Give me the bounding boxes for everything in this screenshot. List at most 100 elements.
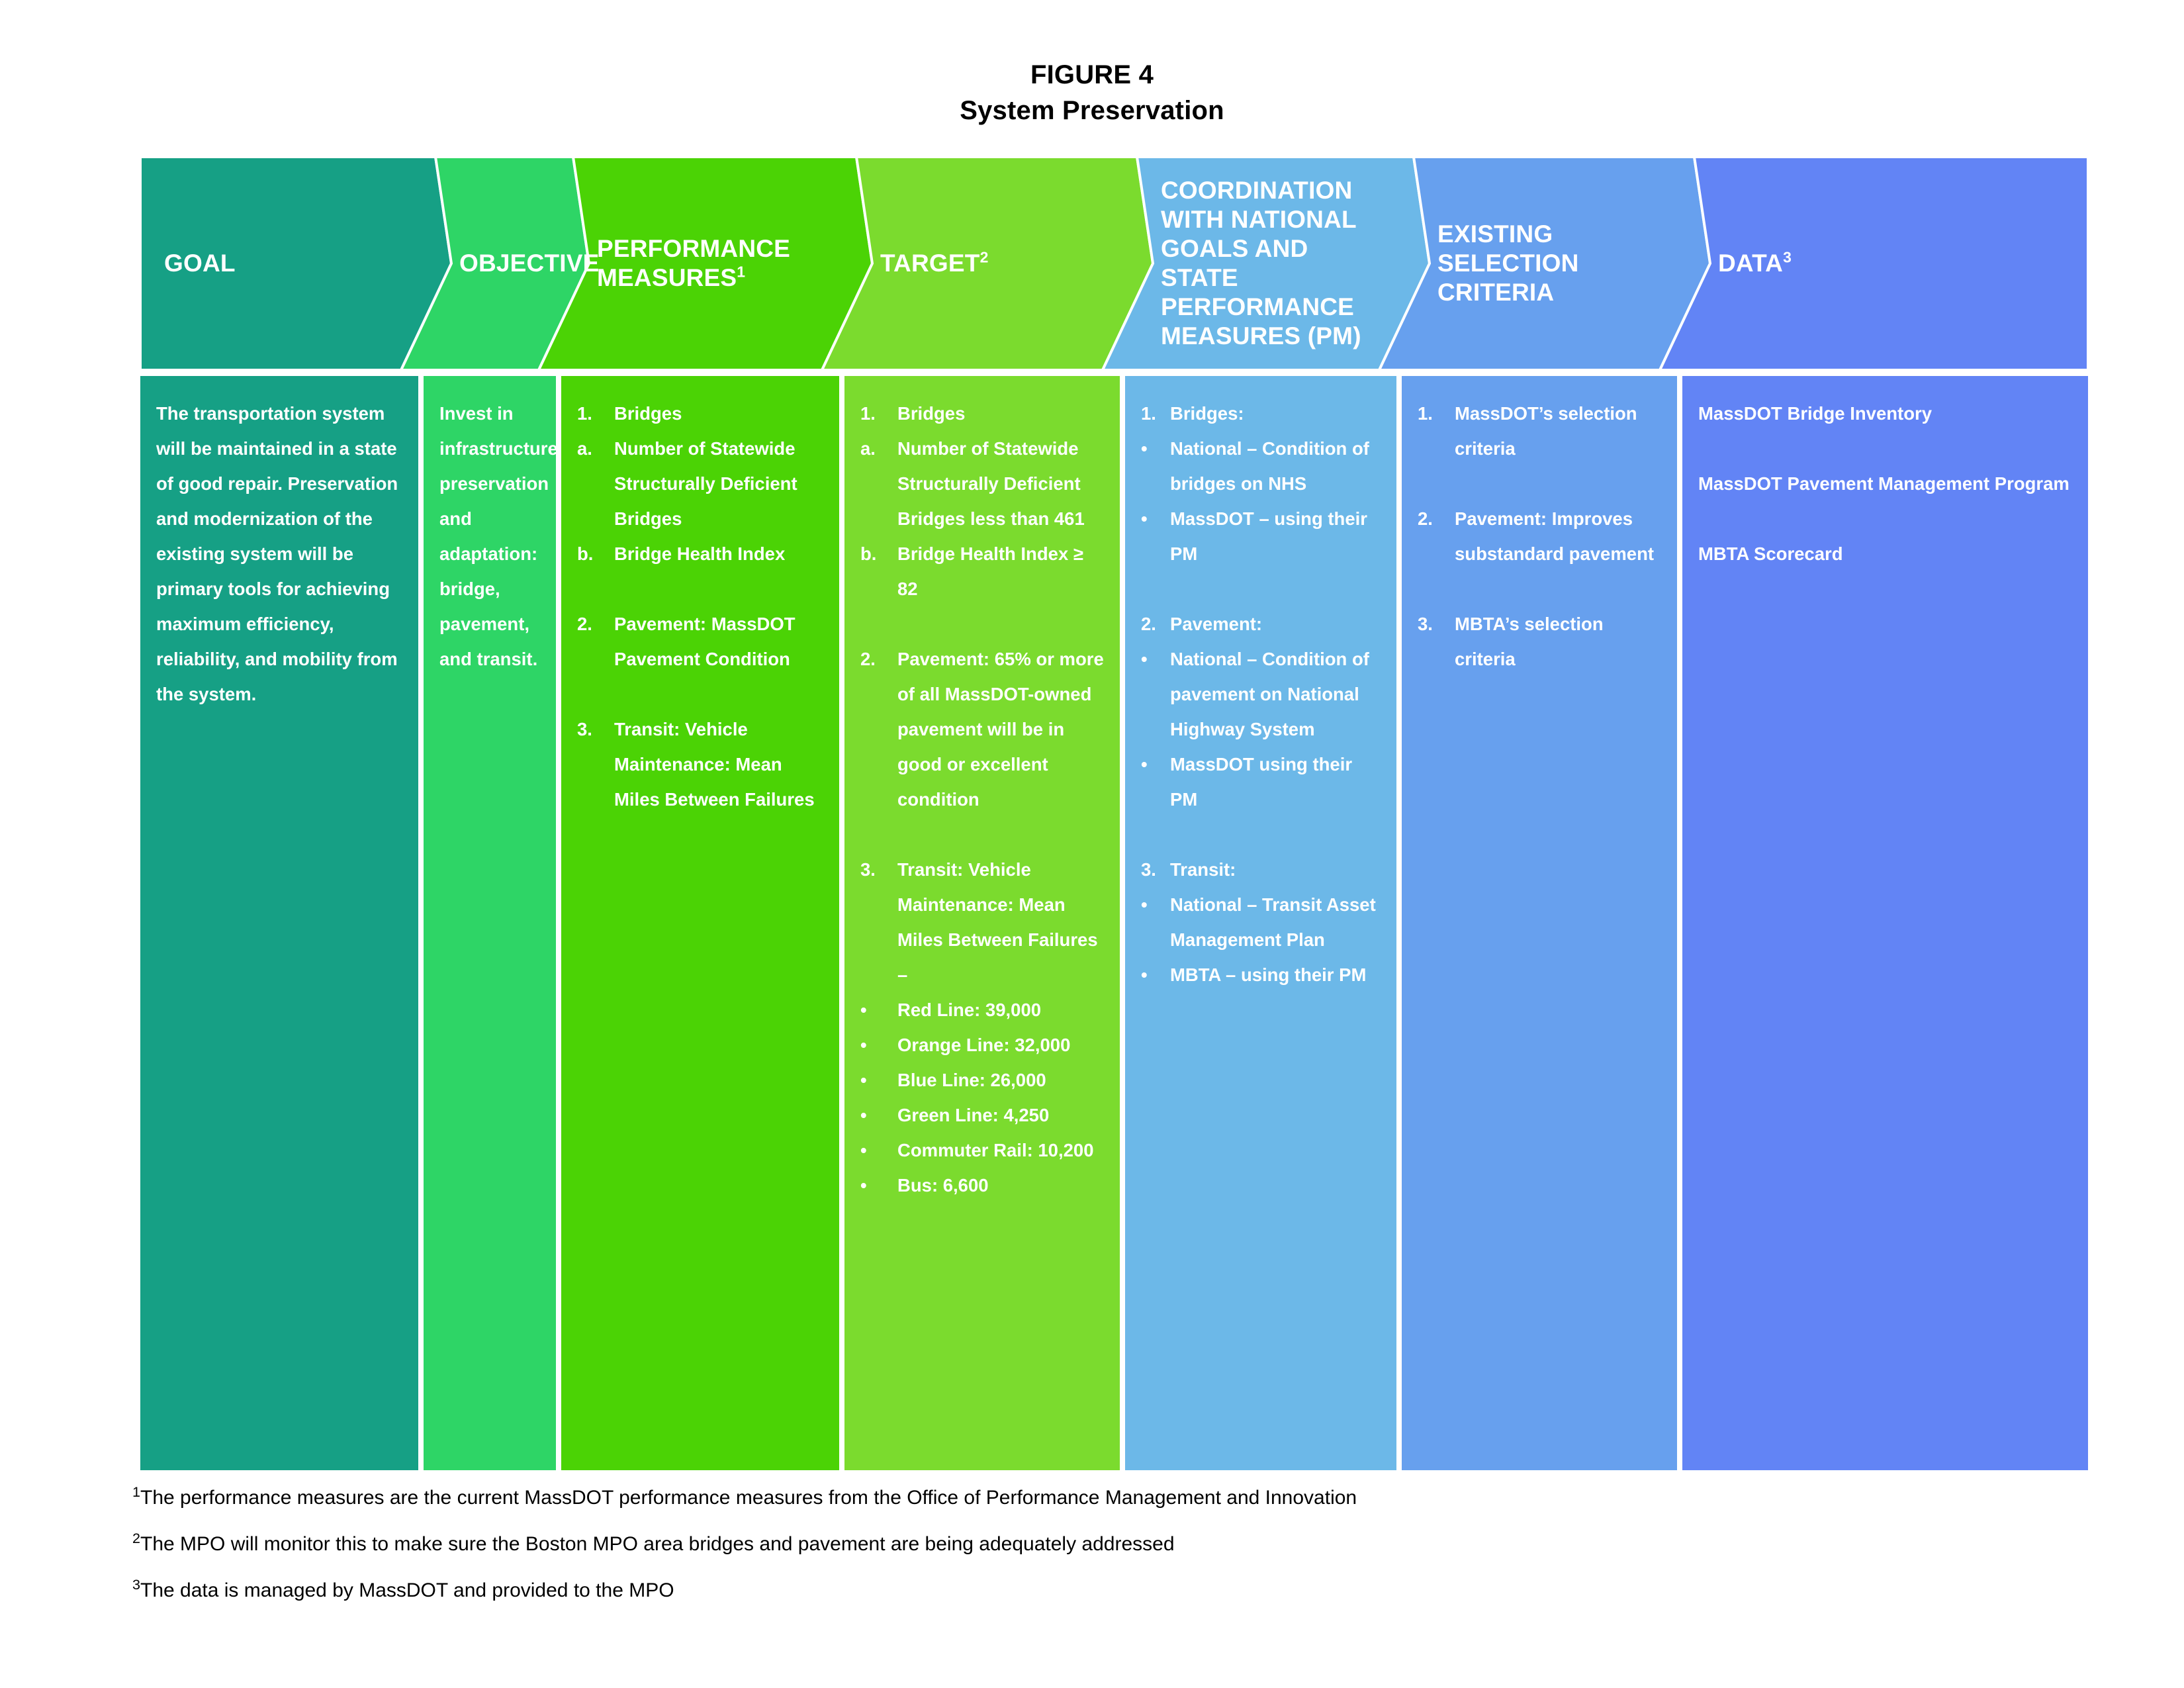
list-item-text: Bridge Health Index: [614, 543, 786, 564]
list-item: • Red Line: 39,000: [860, 992, 1105, 1027]
coordination-list: 1. Bridges: • National – Condition of bridg…: [1141, 396, 1382, 992]
chevron-goal: [140, 157, 453, 370]
column-goal: The transportation system will be mainta…: [140, 376, 418, 1470]
list-item-marker: •: [860, 1070, 867, 1090]
list-item-text: Number of Statewide Structurally Deficie…: [614, 438, 797, 529]
existing-selection-criteria-list: 1. MassDOT’s selection criteria 2. Pavement…: [1418, 396, 1662, 677]
list-item-text: Pavement: Improves substandard pavement: [1455, 508, 1655, 564]
list-item-text: Transit: Vehicle Maintenance: Mean Miles…: [897, 859, 1098, 985]
list-item: 3. Transit: Vehicle Maintenance: Mean Mil…: [860, 852, 1105, 992]
list-item-text: National – Transit Asset Management Plan: [1170, 894, 1376, 950]
list-item: • National – Condition of pavement on Nat…: [1141, 641, 1382, 747]
list-item-marker: •: [1141, 964, 1148, 985]
column-data: MassDOT Bridge Inventory MassDOT Pavement…: [1682, 376, 2088, 1470]
list-item-text: Bridges:: [1170, 403, 1244, 424]
list-item: MBTA Scorecard: [1698, 543, 1843, 564]
list-item: 3. Transit: Vehicle Maintenance: Mean Mil…: [577, 712, 825, 817]
list-item-marker: b.: [577, 543, 594, 564]
list-item-text: Orange Line: 32,000: [897, 1035, 1071, 1055]
list-item-marker: •: [1141, 894, 1148, 915]
list-item: a. Number of Statewide Structurally Defic…: [577, 431, 825, 536]
list-item-marker: 3.: [1418, 614, 1433, 634]
figure-title: FIGURE 4 System Preservation: [0, 57, 2184, 128]
list-item-text: Pavement: 65% or more of all MassDOT-own…: [897, 649, 1104, 810]
list-item-marker: •: [1141, 508, 1148, 529]
list-item-marker: •: [1141, 754, 1148, 774]
list-item: • Green Line: 4,250: [860, 1098, 1105, 1133]
chevron-performance-measures: [537, 157, 874, 370]
list-item-marker: 2.: [577, 614, 592, 634]
list-item-text: Bus: 6,600: [897, 1175, 989, 1196]
list-item-text: MBTA – using their PM: [1170, 964, 1367, 985]
list-item: b. Bridge Health Index: [577, 536, 825, 571]
figure-subtitle: System Preservation: [960, 96, 1224, 125]
list-item-text: Transit:: [1170, 859, 1236, 880]
goal-text: The transportation system will be mainta…: [156, 403, 398, 704]
chevron-existing-selection-criteria: [1377, 157, 1712, 370]
column-performance-measures: 1. Bridges a. Number of Statewide Structura…: [561, 376, 839, 1470]
list-item-marker: 2.: [1141, 614, 1156, 634]
list-item-marker: 3.: [1141, 859, 1156, 880]
footnote-text: The performance measures are the current…: [140, 1487, 1357, 1509]
list-item-marker: •: [1141, 649, 1148, 669]
list-item: a. Number of Statewide Structurally Defic…: [860, 431, 1105, 536]
target-list: 1. Bridges a. Number of Statewide Structura…: [860, 396, 1105, 1203]
footnote-marker: 1: [132, 1483, 141, 1500]
list-item-marker: a.: [860, 438, 876, 459]
performance-measures-list: 1. Bridges a. Number of Statewide Structura…: [577, 396, 825, 817]
list-item: • Bus: 6,600: [860, 1168, 1105, 1203]
list-item-marker: •: [860, 1000, 867, 1020]
footnote-text: The MPO will monitor this to make sure t…: [140, 1533, 1175, 1555]
chevron-data: [1658, 157, 2088, 370]
list-item-marker: •: [860, 1035, 867, 1055]
list-item-marker: •: [1141, 438, 1148, 459]
list-item-text: Pavement: MassDOT Pavement Condition: [614, 614, 796, 669]
chevron-target: [820, 157, 1155, 370]
list-item-marker: 3.: [860, 859, 876, 880]
list-item-marker: 1.: [1418, 403, 1433, 424]
footnote: 2The MPO will monitor this to make sure …: [132, 1530, 2052, 1579]
list-item: 1. MassDOT’s selection criteria: [1418, 396, 1662, 466]
list-item: 2. Pavement: MassDOT Pavement Condition: [577, 606, 825, 677]
column-target: 1. Bridges a. Number of Statewide Structura…: [844, 376, 1120, 1470]
list-item-marker: 1.: [1141, 403, 1156, 424]
column-objective: Invest in infrastructure preservation an…: [424, 376, 556, 1470]
data-list: MassDOT Bridge Inventory MassDOT Pavement…: [1698, 396, 2073, 571]
footnote-marker: 2: [132, 1530, 141, 1546]
list-item-text: Red Line: 39,000: [897, 1000, 1042, 1020]
list-item: 3. Transit:: [1141, 852, 1382, 887]
footnotes: 1The performance measures are the curren…: [132, 1483, 2052, 1625]
list-item: • MassDOT using their PM: [1141, 747, 1382, 817]
list-item-text: Number of Statewide Structurally Deficie…: [897, 438, 1085, 529]
list-item: MassDOT Pavement Management Program: [1698, 473, 2070, 494]
list-item-text: Bridges: [614, 403, 682, 424]
list-item-text: Bridges: [897, 403, 966, 424]
list-item-marker: 2.: [860, 649, 876, 669]
list-item: • National – Condition of bridges on NHS: [1141, 431, 1382, 501]
list-item-text: Transit: Vehicle Maintenance: Mean Miles…: [614, 719, 815, 810]
list-item: 2. Pavement:: [1141, 606, 1382, 641]
footnote-text: The data is managed by MassDOT and provi…: [140, 1579, 674, 1601]
list-item-marker: 1.: [577, 403, 592, 424]
list-item-text: National – Condition of pavement on Nati…: [1170, 649, 1369, 739]
footnote-marker: 3: [132, 1576, 141, 1593]
chevron-svg: [140, 157, 2088, 370]
footnote: 1The performance measures are the curren…: [132, 1483, 2052, 1532]
list-item-marker: 3.: [577, 719, 592, 739]
list-item-text: MassDOT using their PM: [1170, 754, 1353, 810]
list-item: 1. Bridges:: [1141, 396, 1382, 431]
list-item-text: Blue Line: 26,000: [897, 1070, 1046, 1090]
column-coordination: 1. Bridges: • National – Condition of bridg…: [1125, 376, 1396, 1470]
list-item-text: Commuter Rail: 10,200: [897, 1140, 1094, 1160]
chevron-coordination: [1101, 157, 1432, 370]
list-item-marker: •: [860, 1105, 867, 1125]
